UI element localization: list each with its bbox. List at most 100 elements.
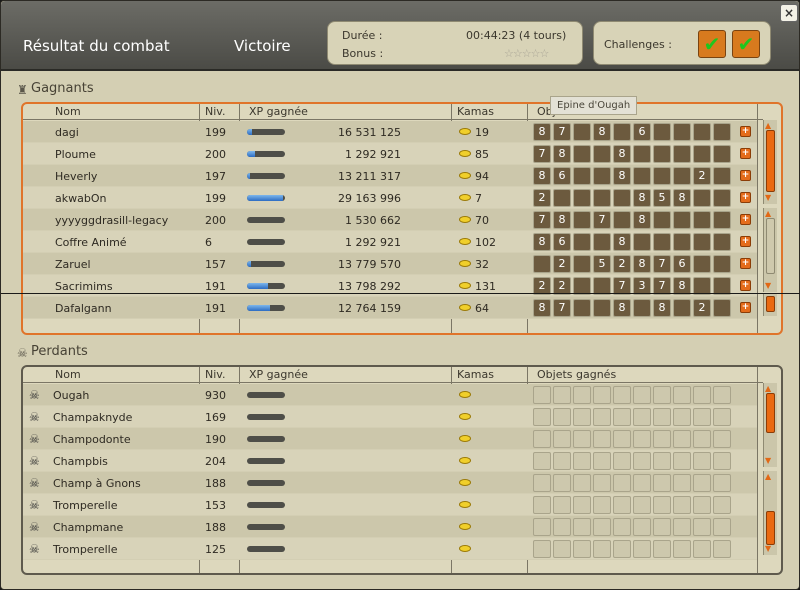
scroll-down-icon[interactable]: ▼ xyxy=(765,456,771,465)
item-slot-icon[interactable]: 8 xyxy=(633,255,651,273)
scroll-down-icon[interactable]: ▼ xyxy=(765,193,771,202)
item-slot-icon[interactable] xyxy=(713,189,731,207)
scroll-down-icon[interactable]: ▼ xyxy=(765,544,771,553)
item-slot-icon[interactable]: 8 xyxy=(533,123,551,141)
item-slot-icon[interactable]: 8 xyxy=(533,233,551,251)
item-slot-icon[interactable]: 2 xyxy=(553,255,571,273)
table-row[interactable]: ☠ Champbis 204 xyxy=(23,450,757,472)
item-slot-icon[interactable] xyxy=(673,167,691,185)
item-slot-icon[interactable] xyxy=(533,255,551,273)
table-row[interactable]: akwabOn 199 29 163 996 7 2 8 5 8 + xyxy=(23,187,757,209)
table-row[interactable]: Zaruel 157 13 779 570 32 2 5 2 8 7 6 + xyxy=(23,253,757,275)
item-slot-icon[interactable] xyxy=(673,123,691,141)
item-slot-icon[interactable] xyxy=(633,145,651,163)
item-slot-icon[interactable]: 8 xyxy=(533,167,551,185)
scroll-thumb[interactable] xyxy=(766,511,775,545)
scroll-up-icon[interactable]: ▲ xyxy=(765,121,771,130)
item-slot-icon[interactable]: 5 xyxy=(653,189,671,207)
more-items-button[interactable]: + xyxy=(740,302,751,313)
table-row[interactable]: ☠ Champaknyde 169 xyxy=(23,406,757,428)
item-slot-icon[interactable] xyxy=(693,255,711,273)
more-items-button[interactable]: + xyxy=(740,258,751,269)
table-row[interactable]: ☠ Ougah 930 xyxy=(23,384,757,406)
more-items-button[interactable]: + xyxy=(740,170,751,181)
table-row[interactable]: Coffre Animé 6 1 292 921 102 8 6 8 + xyxy=(23,231,757,253)
table-row[interactable]: dagi 199 16 531 125 19 8 7 8 6 + xyxy=(23,121,757,143)
item-slot-icon[interactable] xyxy=(633,233,651,251)
item-slot-icon[interactable]: 7 xyxy=(553,299,571,317)
item-slot-icon[interactable]: 8 xyxy=(633,189,651,207)
item-slot-icon[interactable] xyxy=(613,123,631,141)
item-slot-icon[interactable]: 7 xyxy=(553,123,571,141)
close-button[interactable]: × xyxy=(780,4,798,22)
scroll-thumb[interactable] xyxy=(766,296,775,312)
challenge-success-icon[interactable]: ✔ xyxy=(732,30,760,58)
item-slot-icon[interactable]: 8 xyxy=(633,211,651,229)
table-row[interactable]: Ploume 200 1 292 921 85 7 8 8 + xyxy=(23,143,757,165)
scroll-up-icon[interactable]: ▲ xyxy=(765,472,771,481)
item-slot-icon[interactable]: 5 xyxy=(593,255,611,273)
item-slot-icon[interactable] xyxy=(693,123,711,141)
item-slot-icon[interactable] xyxy=(693,189,711,207)
table-row[interactable]: Heverly 197 13 211 317 94 8 6 8 2 + xyxy=(23,165,757,187)
item-slot-icon[interactable]: 7 xyxy=(533,145,551,163)
item-slot-icon[interactable]: 7 xyxy=(593,211,611,229)
challenge-success-icon[interactable]: ✔ xyxy=(698,30,726,58)
more-items-button[interactable]: + xyxy=(740,126,751,137)
item-slot-icon[interactable] xyxy=(593,299,611,317)
losers-scrollbar-bottom[interactable]: ▲ ▼ xyxy=(763,471,777,555)
item-slot-icon[interactable] xyxy=(713,233,731,251)
item-slot-icon[interactable]: 2 xyxy=(693,299,711,317)
table-row[interactable]: ☠ Champmane 188 xyxy=(23,516,757,538)
item-slot-icon[interactable]: 2 xyxy=(533,189,551,207)
item-slot-icon[interactable] xyxy=(593,189,611,207)
item-slot-icon[interactable] xyxy=(573,167,591,185)
item-slot-icon[interactable] xyxy=(693,211,711,229)
item-slot-icon[interactable] xyxy=(553,189,571,207)
item-slot-icon[interactable] xyxy=(653,123,671,141)
item-slot-icon[interactable] xyxy=(573,145,591,163)
item-slot-icon[interactable] xyxy=(653,167,671,185)
item-slot-icon[interactable] xyxy=(653,211,671,229)
item-slot-icon[interactable]: 8 xyxy=(613,145,631,163)
item-slot-icon[interactable] xyxy=(633,299,651,317)
more-items-button[interactable]: + xyxy=(740,148,751,159)
table-row[interactable]: ☠ Tromperelle 153 xyxy=(23,494,757,516)
item-slot-icon[interactable]: 7 xyxy=(653,255,671,273)
scroll-track[interactable] xyxy=(766,218,775,274)
winners-scrollbar-bottom[interactable]: ▲ ▼ xyxy=(763,208,777,292)
scroll-thumb[interactable] xyxy=(766,393,775,433)
item-slot-icon[interactable] xyxy=(713,123,731,141)
item-slot-icon[interactable]: 2 xyxy=(613,255,631,273)
item-slot-icon[interactable]: 6 xyxy=(553,233,571,251)
item-slot-icon[interactable]: 2 xyxy=(693,167,711,185)
winners-scrollbar-top[interactable]: ▲ ▼ xyxy=(763,120,777,204)
more-items-button[interactable]: + xyxy=(740,236,751,247)
table-row[interactable]: yyyyggdrasill-legacy 200 1 530 662 70 7 8 7 8 + xyxy=(23,209,757,231)
item-slot-icon[interactable] xyxy=(573,233,591,251)
item-slot-icon[interactable] xyxy=(633,167,651,185)
scroll-up-icon[interactable]: ▲ xyxy=(765,384,771,393)
table-row[interactable]: ☠ Tromperelle 125 xyxy=(23,538,757,560)
item-slot-icon[interactable] xyxy=(713,167,731,185)
item-slot-icon[interactable] xyxy=(593,145,611,163)
item-slot-icon[interactable] xyxy=(593,233,611,251)
winners-scrollbar-extra[interactable] xyxy=(763,294,777,316)
item-slot-icon[interactable] xyxy=(573,255,591,273)
item-slot-icon[interactable] xyxy=(713,299,731,317)
item-slot-icon[interactable] xyxy=(613,211,631,229)
item-slot-icon[interactable] xyxy=(653,145,671,163)
item-slot-icon[interactable] xyxy=(713,211,731,229)
item-slot-icon[interactable]: 8 xyxy=(613,167,631,185)
item-slot-icon[interactable] xyxy=(573,123,591,141)
item-slot-icon[interactable]: 8 xyxy=(533,299,551,317)
more-items-button[interactable]: + xyxy=(740,214,751,225)
item-slot-icon[interactable]: 6 xyxy=(673,255,691,273)
item-slot-icon[interactable]: 8 xyxy=(613,233,631,251)
item-slot-icon[interactable] xyxy=(573,299,591,317)
item-slot-icon[interactable]: 8 xyxy=(613,299,631,317)
item-slot-icon[interactable]: 8 xyxy=(553,211,571,229)
item-slot-icon[interactable] xyxy=(713,145,731,163)
item-slot-icon[interactable] xyxy=(673,299,691,317)
item-slot-icon[interactable]: 7 xyxy=(533,211,551,229)
